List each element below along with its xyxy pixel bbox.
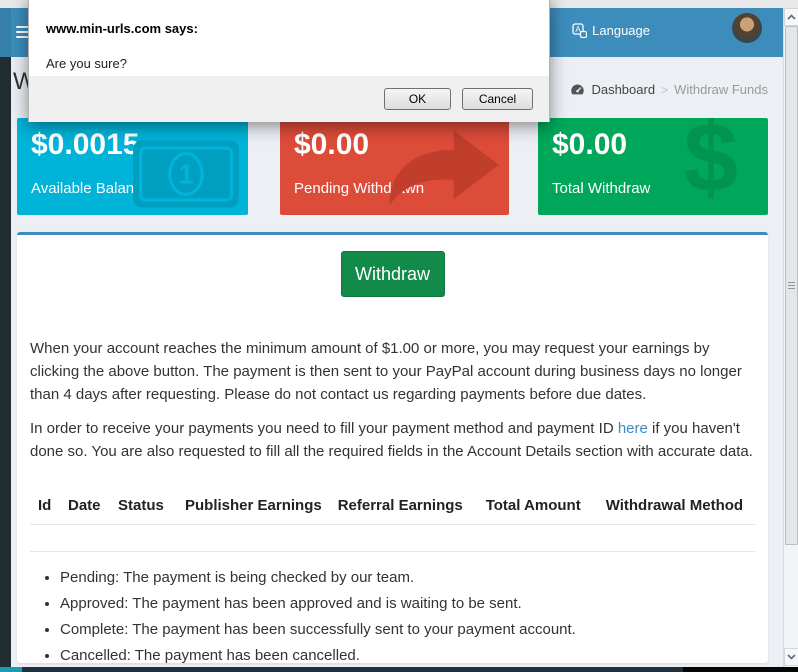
money-bill-icon: 1: [132, 138, 240, 215]
share-arrow-icon: [383, 128, 501, 213]
svg-text:1: 1: [178, 159, 194, 190]
note-cancelled: Cancelled: The payment has been cancelle…: [60, 647, 755, 664]
note-approved: Approved: The payment has been approved …: [60, 595, 755, 612]
status-notes-list: Pending: The payment is being checked by…: [30, 569, 755, 664]
payment-method-paragraph: In order to receive your payments you ne…: [30, 417, 755, 463]
breadcrumb-current: Withdraw Funds: [674, 82, 768, 97]
paragraph2-text-pre: In order to receive your payments you ne…: [30, 420, 618, 437]
stat-card-total-withdraw: $0.00 Total Withdraw $: [538, 118, 768, 215]
collapsed-sidebar: [0, 57, 11, 667]
user-avatar[interactable]: [732, 13, 762, 43]
app-viewport: A Language Withdraw Funds Dashboard > Wi…: [0, 0, 798, 672]
pending-withdrawn-value: $0.00: [294, 128, 370, 161]
breadcrumb: Dashboard > Withdraw Funds: [570, 82, 768, 97]
scrollbar-thumb[interactable]: [785, 26, 798, 545]
bottom-edge-bar: [0, 667, 798, 672]
withdrawal-history-table: Id Date Status Publisher Earnings Referr…: [30, 489, 755, 552]
stat-card-pending-withdrawn: $0.00 Pending Withdrawn: [280, 118, 509, 215]
available-balance-value: $0.0015: [31, 128, 140, 161]
vertical-scrollbar[interactable]: [783, 8, 798, 667]
sidebar-logo-strip: [0, 8, 11, 57]
minimum-amount-paragraph: When your account reaches the minimum am…: [30, 340, 742, 403]
chevron-down-icon: [787, 654, 796, 660]
col-status: Status: [110, 489, 177, 525]
total-withdraw-label: Total Withdraw: [552, 180, 651, 197]
dialog-title: www.min-urls.com says:: [46, 21, 198, 36]
withdraw-panel: Withdraw When your account reaches the m…: [17, 232, 768, 664]
col-publisher-earnings: Publisher Earnings: [177, 489, 330, 525]
scroll-up-button[interactable]: [784, 8, 798, 26]
col-date: Date: [60, 489, 110, 525]
stat-card-available-balance: $0.0015 Available Balance 1: [17, 118, 248, 215]
scroll-down-button[interactable]: [784, 648, 798, 666]
chevron-up-icon: [787, 14, 796, 20]
dashboard-icon: [571, 84, 585, 95]
col-referral-earnings: Referral Earnings: [329, 489, 478, 525]
dollar-sign-icon: $: [683, 118, 738, 212]
breadcrumb-separator: >: [661, 82, 669, 97]
dialog-footer: OK Cancel: [29, 76, 549, 122]
table-empty-row: [30, 524, 755, 552]
language-label: Language: [592, 23, 650, 38]
col-withdrawal-method: Withdrawal Method: [597, 489, 755, 525]
total-withdraw-value: $0.00: [552, 128, 628, 161]
col-total-amount: Total Amount: [477, 489, 598, 525]
dialog-message: Are you sure?: [46, 56, 127, 71]
ok-button[interactable]: OK: [384, 88, 451, 110]
col-id: Id: [30, 489, 60, 525]
scrollbar-grip: [788, 281, 795, 291]
note-complete: Complete: The payment has been successfu…: [60, 621, 755, 638]
table-header-row: Id Date Status Publisher Earnings Referr…: [30, 489, 755, 525]
language-menu[interactable]: A Language: [572, 23, 650, 38]
payment-settings-link[interactable]: here: [618, 420, 648, 437]
dialog-body: www.min-urls.com says: Are you sure?: [29, 0, 549, 76]
cancel-button[interactable]: Cancel: [462, 88, 533, 110]
breadcrumb-dashboard-link[interactable]: Dashboard: [591, 82, 655, 97]
language-icon: A: [572, 23, 588, 38]
note-pending: Pending: The payment is being checked by…: [60, 569, 755, 586]
withdraw-button[interactable]: Withdraw: [340, 251, 445, 297]
browser-confirm-dialog: www.min-urls.com says: Are you sure? OK …: [28, 0, 550, 122]
